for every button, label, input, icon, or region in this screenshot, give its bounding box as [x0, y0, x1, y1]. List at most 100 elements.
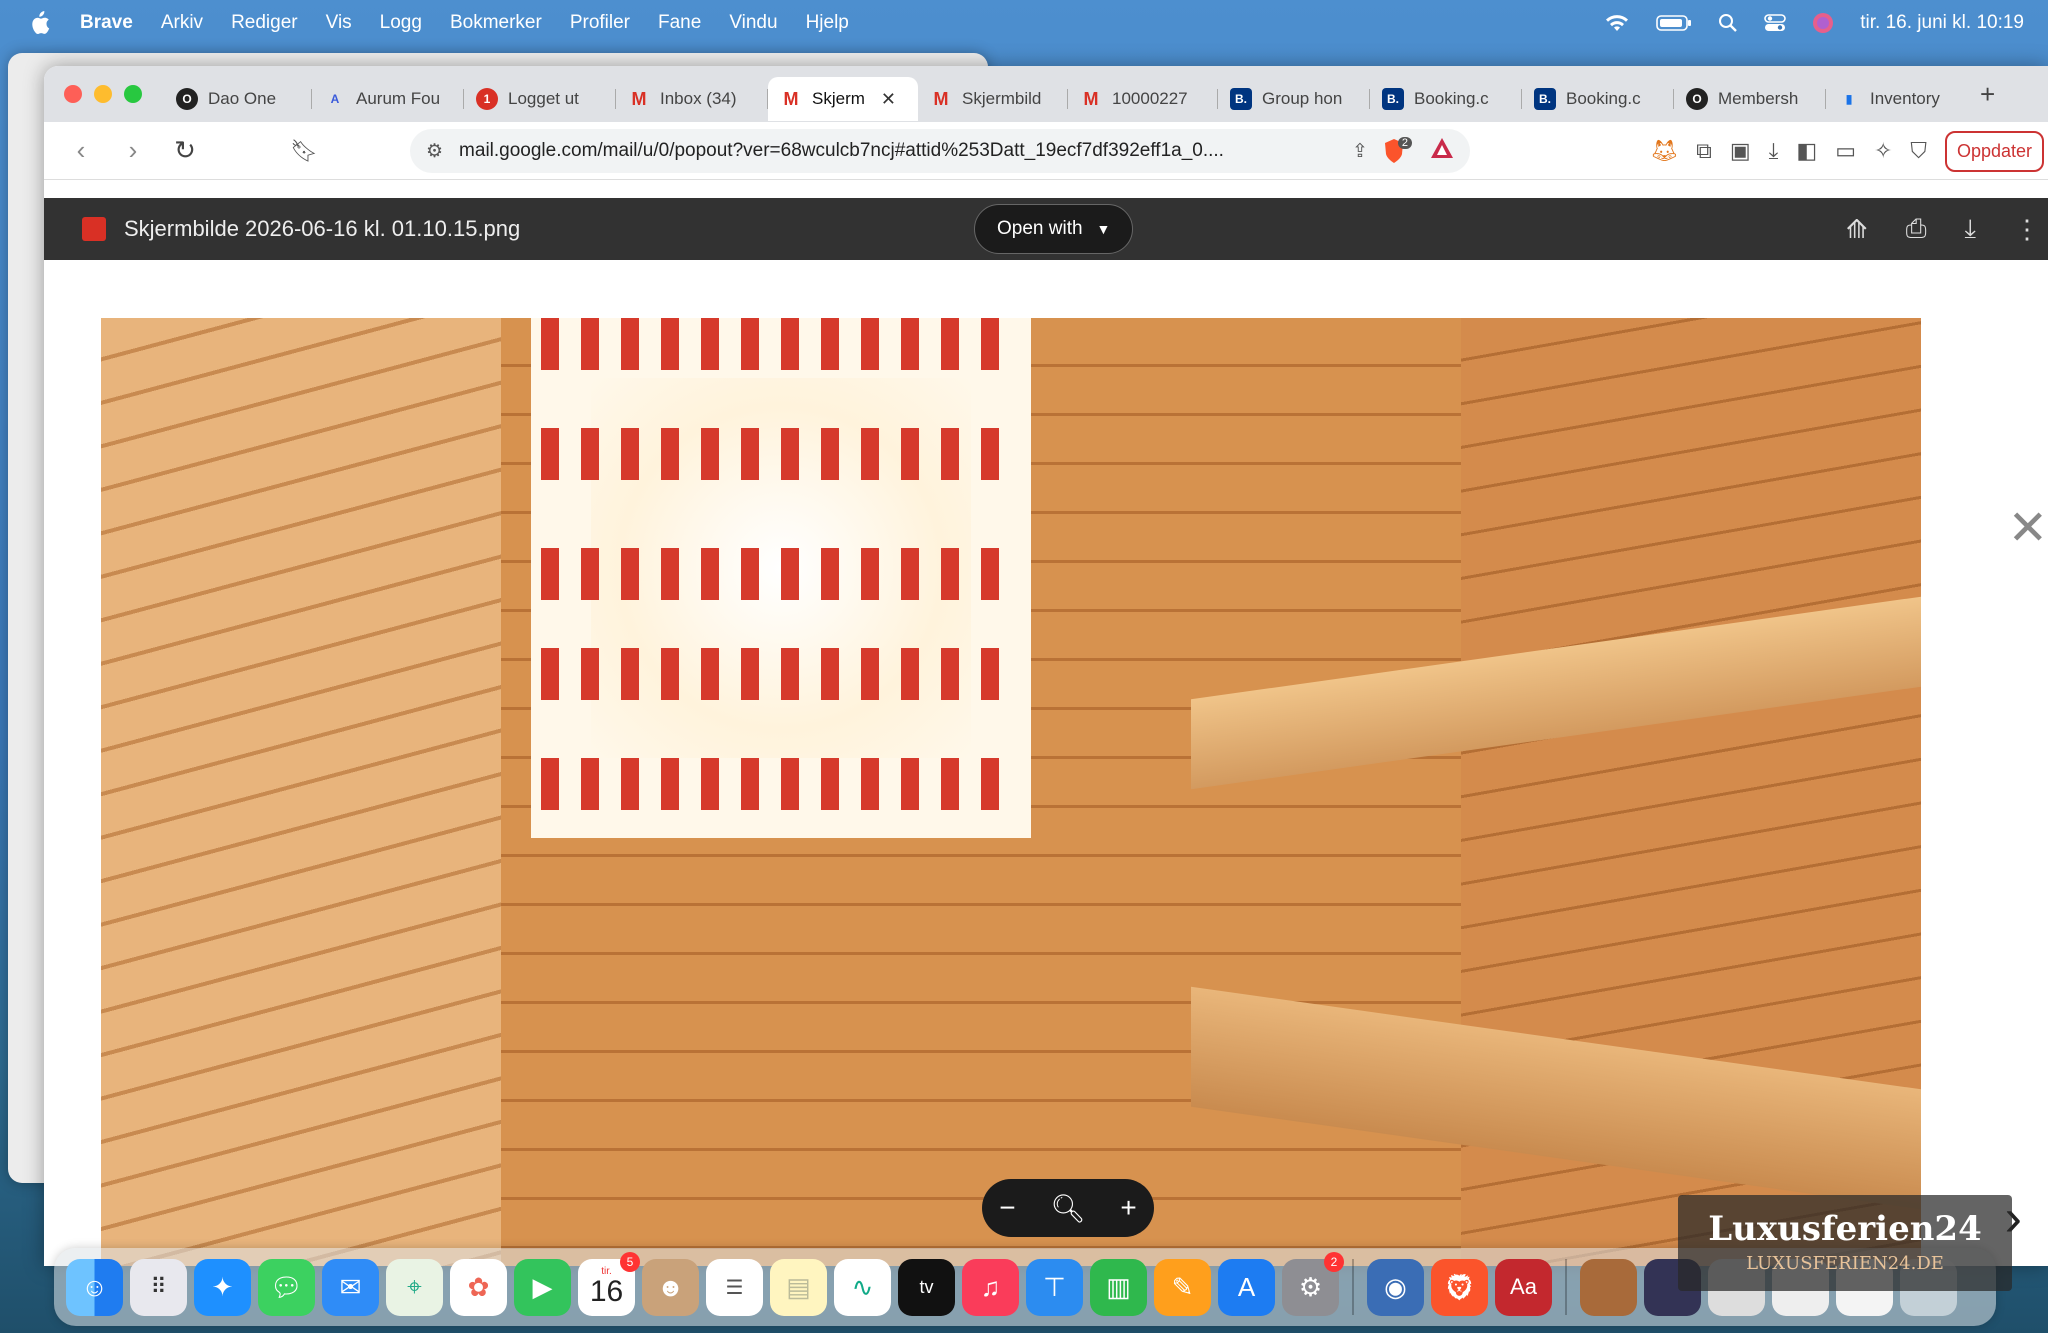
sidebar-toggle-icon[interactable]: ◧: [1796, 138, 1817, 164]
contacts-icon[interactable]: ☻: [642, 1258, 699, 1316]
apple-tv-icon[interactable]: tv: [898, 1258, 955, 1316]
tab-inventory[interactable]: ▮ Inventory: [1826, 77, 1966, 121]
reader-mode-icon[interactable]: ▣: [1730, 138, 1751, 164]
tab-logget-ut[interactable]: 1 Logget ut: [464, 77, 616, 121]
aurum-logo-icon: A: [330, 92, 340, 106]
more-options-icon[interactable]: ⋮: [2014, 214, 2040, 245]
address-bar[interactable]: ⚙ mail.google.com/mail/u/0/popout?ver=68…: [410, 129, 1470, 173]
menu-fane[interactable]: Fane: [658, 12, 701, 34]
close-viewer-icon[interactable]: ✕: [2008, 500, 2048, 556]
numbers-icon[interactable]: ▥: [1090, 1258, 1147, 1316]
site-settings-icon[interactable]: ⚙: [426, 140, 443, 163]
tab-dao-one[interactable]: O Dao One: [164, 77, 312, 121]
watermark-overlay: Luxusferien24 LUXUSFERIEN24.DE: [1678, 1195, 2012, 1291]
zoom-in-icon[interactable]: +: [1120, 1192, 1136, 1224]
zoom-reset-icon[interactable]: 🔍︎: [1050, 1192, 1086, 1225]
tab-skjerm-active[interactable]: M Skjerm ✕: [768, 77, 918, 121]
control-center-icon[interactable]: [1764, 13, 1787, 33]
sauna-photo: [101, 318, 1921, 1266]
app-store-icon[interactable]: A: [1218, 1258, 1275, 1316]
back-arrow-icon[interactable]: ‹: [66, 135, 96, 166]
menu-vis[interactable]: Vis: [326, 12, 352, 34]
zoom-controls: − 🔍︎ +: [982, 1179, 1154, 1237]
leo-ai-icon[interactable]: ✧: [1874, 138, 1892, 164]
spotlight-search-icon[interactable]: [1718, 13, 1738, 33]
menu-bokmerker[interactable]: Bokmerker: [450, 12, 542, 34]
messages-icon[interactable]: 💬︎: [258, 1258, 315, 1316]
app-icon[interactable]: ◉: [1367, 1258, 1424, 1316]
bookmark-icon[interactable]: 🔖︎: [290, 138, 318, 164]
clock-text[interactable]: tir. 16. juni kl. 10:19: [1860, 12, 2024, 34]
brave-shields-icon[interactable]: 2: [1382, 137, 1412, 164]
recent-screenshot-thumb[interactable]: [1580, 1258, 1637, 1316]
chart-icon: ▮: [1845, 92, 1853, 106]
system-settings-icon[interactable]: ⚙ 2: [1282, 1251, 1344, 1316]
battery-icon[interactable]: [1656, 14, 1692, 32]
metamask-fox-icon[interactable]: 🦊︎: [1650, 138, 1678, 164]
photos-icon[interactable]: ✿: [450, 1258, 507, 1316]
wifi-icon[interactable]: [1604, 13, 1630, 33]
attachment-viewer-bar: Skjermbilde 2026-06-16 kl. 01.10.15.png …: [44, 198, 2048, 260]
maps-icon[interactable]: ⌖: [386, 1258, 443, 1316]
safari-icon[interactable]: ✦: [194, 1258, 251, 1316]
extensions-puzzle-icon[interactable]: ⧉: [1696, 138, 1712, 164]
finder-icon[interactable]: ☺: [66, 1258, 123, 1316]
download-icon[interactable]: ⤓: [1965, 213, 1977, 245]
zoom-window-button[interactable]: [124, 85, 142, 103]
tab-inbox[interactable]: M Inbox (34): [616, 77, 768, 121]
keynote-icon[interactable]: ⊤: [1026, 1258, 1083, 1316]
add-to-drive-icon[interactable]: ⟰: [1846, 214, 1868, 245]
menu-hjelp[interactable]: Hjelp: [806, 12, 849, 34]
vpn-shield-icon[interactable]: ⛉: [1910, 138, 1927, 164]
menu-logg[interactable]: Logg: [380, 12, 422, 34]
reminders-icon[interactable]: ☰: [706, 1258, 763, 1316]
freeform-icon[interactable]: ∿: [834, 1258, 891, 1316]
menu-profiler[interactable]: Profiler: [570, 12, 630, 34]
booking-icon: B.: [1230, 88, 1252, 110]
share-icon[interactable]: ⇪: [1352, 140, 1368, 163]
update-button[interactable]: Oppdater: [1944, 130, 2044, 172]
dictionary-icon[interactable]: Aa: [1495, 1258, 1552, 1316]
tab-label: Inbox (34): [660, 89, 737, 108]
open-with-button[interactable]: Open with ▼: [974, 204, 1134, 254]
circle-logo-icon: O: [176, 88, 198, 110]
tab-membership[interactable]: O Membersh: [1674, 77, 1826, 121]
dropdown-arrow-icon: ▼: [1096, 221, 1111, 237]
mail-icon[interactable]: ✉: [322, 1258, 379, 1316]
forward-arrow-icon[interactable]: ›: [118, 135, 148, 166]
menu-rediger[interactable]: Rediger: [231, 12, 298, 34]
dock-separator: [1565, 1259, 1567, 1315]
launchpad-icon[interactable]: ⠿: [130, 1258, 187, 1316]
close-tab-icon[interactable]: ✕: [881, 89, 896, 110]
downloads-icon[interactable]: ⤓: [1769, 138, 1779, 164]
tab-booking-2[interactable]: B. Booking.c: [1522, 77, 1674, 121]
minimize-window-button[interactable]: [94, 85, 112, 103]
menu-arkiv[interactable]: Arkiv: [161, 12, 203, 34]
tab-10000227[interactable]: M 10000227: [1068, 77, 1218, 121]
tab-label: Aurum Fou: [356, 89, 441, 108]
tab-label: Skjerm: [812, 89, 865, 108]
new-tab-icon[interactable]: +: [1980, 79, 1995, 110]
facetime-icon[interactable]: ▶: [514, 1258, 571, 1316]
reload-icon[interactable]: ↻: [170, 135, 200, 166]
wallet-icon[interactable]: ▭: [1835, 138, 1856, 164]
siri-icon[interactable]: [1812, 12, 1834, 34]
tab-group-hon[interactable]: B. Group hon: [1218, 77, 1370, 121]
music-icon[interactable]: ♫: [962, 1258, 1019, 1316]
print-icon[interactable]: ⎙: [1906, 213, 1927, 245]
apple-menu-icon[interactable]: [28, 10, 50, 35]
notes-icon[interactable]: ▤: [770, 1258, 827, 1316]
brave-browser-icon[interactable]: 🦁︎: [1431, 1258, 1488, 1316]
zoom-out-icon[interactable]: −: [999, 1192, 1015, 1224]
calendar-icon[interactable]: tir. 16 5: [578, 1251, 640, 1316]
url-text[interactable]: mail.google.com/mail/u/0/popout?ver=68wc…: [459, 140, 1338, 162]
image-preview-stage: ✕ ›: [44, 260, 2048, 1266]
menu-vindu[interactable]: Vindu: [729, 12, 777, 34]
close-window-button[interactable]: [64, 85, 82, 103]
tab-skjermbild[interactable]: M Skjermbild: [918, 77, 1068, 121]
tab-booking-1[interactable]: B. Booking.c: [1370, 77, 1522, 121]
brave-rewards-icon[interactable]: [1430, 137, 1454, 165]
pages-icon[interactable]: ✎: [1154, 1258, 1211, 1316]
tab-aurum[interactable]: A Aurum Fou: [312, 77, 464, 121]
menu-app-name[interactable]: Brave: [80, 12, 133, 34]
